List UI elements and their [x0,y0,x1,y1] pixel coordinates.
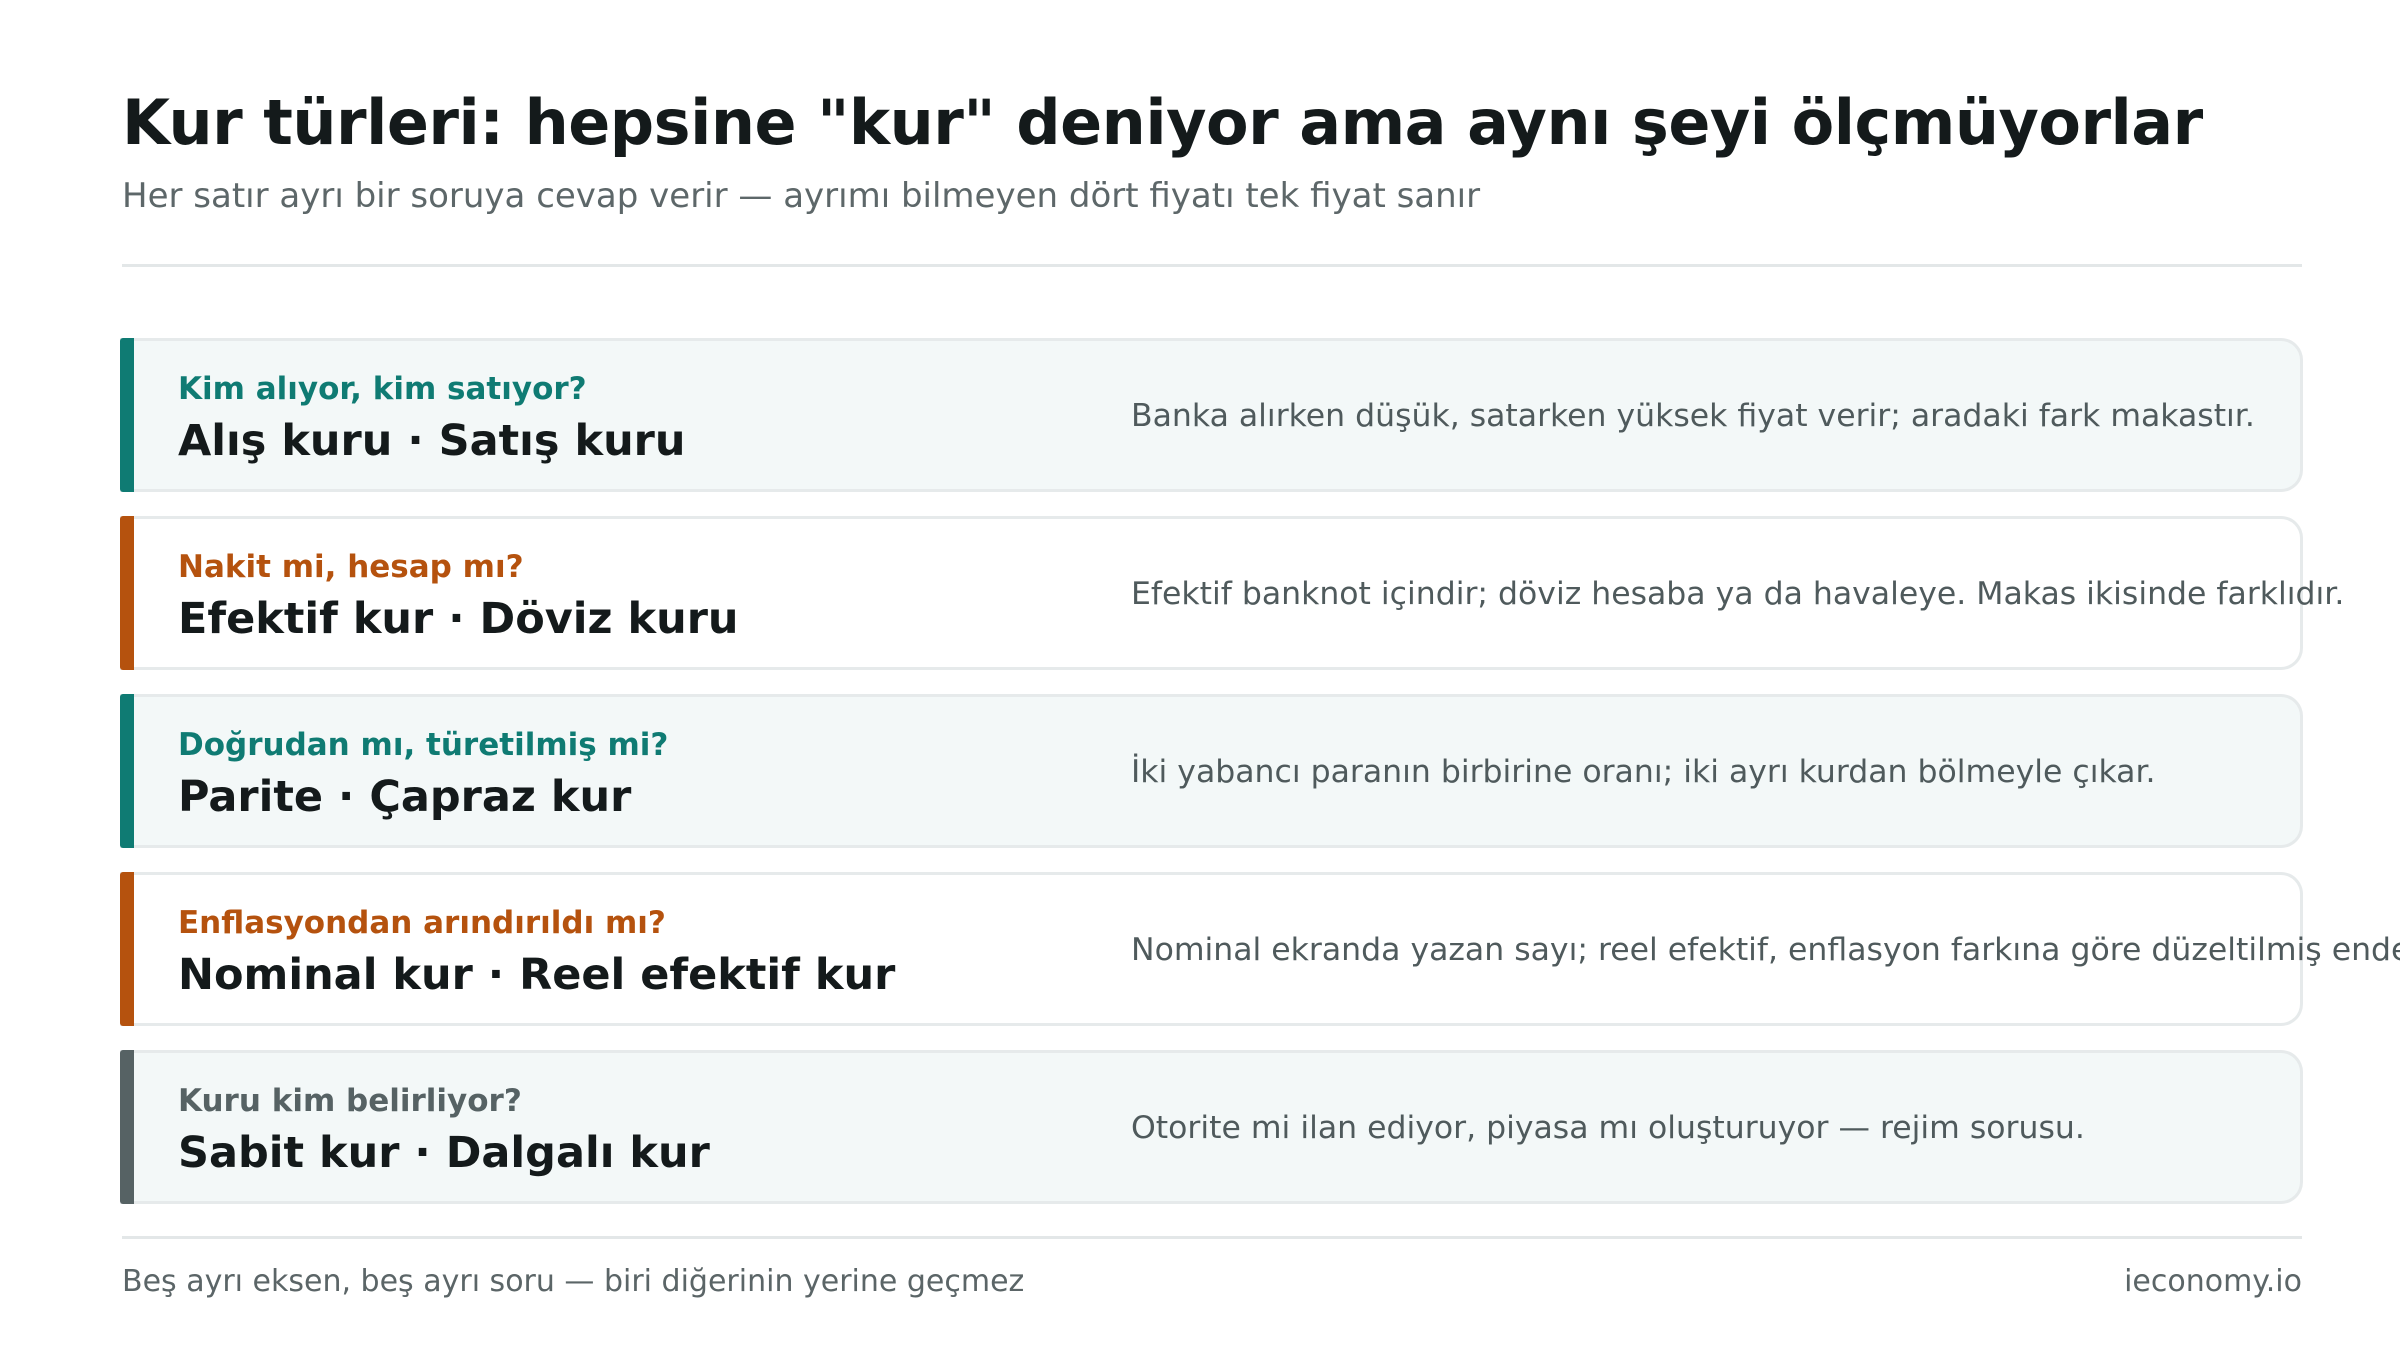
footer-note: Beş ayrı eksen, beş ayrı soru — biri diğ… [122,1264,1025,1299]
infographic-page: Kur türleri: hepsine "kur" deniyor ama a… [0,0,2400,1350]
page-title: Kur türleri: hepsine "kur" deniyor ama a… [122,86,2203,159]
row-description: İki yabancı paranın birbirine oranı; iki… [1131,754,2156,790]
row-question: Kim alıyor, kim satıyor? [178,371,587,407]
exchange-rate-types-list: Kim alıyor, kim satıyor? Alış kuru · Sat… [120,338,2400,1228]
row-cash-account: Nakit mi, hesap mı? Efektif kur · Döviz … [120,516,2344,670]
footer-brand: ieconomy.io [2124,1264,2302,1299]
row-description: Efektif banknot içindir; döviz hesaba ya… [1131,576,2345,612]
row-accent-bar [120,872,134,1026]
top-divider [122,264,2302,267]
row-fixed-floating: Kuru kim belirliyor? Sabit kur · Dalgalı… [120,1050,2303,1204]
row-question: Enflasyondan arındırıldı mı? [178,905,666,941]
row-accent-bar [120,516,134,670]
row-accent-bar [120,1050,134,1204]
row-question: Kuru kim belirliyor? [178,1083,522,1119]
bottom-divider [122,1236,2302,1239]
row-parity-cross: Doğrudan mı, türetilmiş mi? Parite · Çap… [120,694,2303,848]
row-description: Banka alırken düşük, satarken yüksek fiy… [1131,398,2255,434]
row-term: Efektif kur · Döviz kuru [178,594,739,644]
row-question: Doğrudan mı, türetilmiş mi? [178,727,669,763]
row-question: Nakit mi, hesap mı? [178,549,524,585]
row-buy-sell: Kim alıyor, kim satıyor? Alış kuru · Sat… [120,338,2303,492]
row-accent-bar [120,694,134,848]
row-accent-bar [120,338,134,492]
row-term: Alış kuru · Satış kuru [178,416,686,466]
row-description: Nominal ekranda yazan sayı; reel efektif… [1131,932,2400,968]
row-term: Parite · Çapraz kur [178,772,632,822]
page-subtitle: Her satır ayrı bir soruya cevap verir — … [122,176,1481,216]
row-term: Sabit kur · Dalgalı kur [178,1128,710,1178]
row-nominal-real: Enflasyondan arındırıldı mı? Nominal kur… [120,872,2400,1026]
row-term: Nominal kur · Reel efektif kur [178,950,896,1000]
header: Kur türleri: hepsine "kur" deniyor ama a… [122,82,2302,218]
row-description: Otorite mi ilan ediyor, piyasa mı oluştu… [1131,1110,2085,1146]
